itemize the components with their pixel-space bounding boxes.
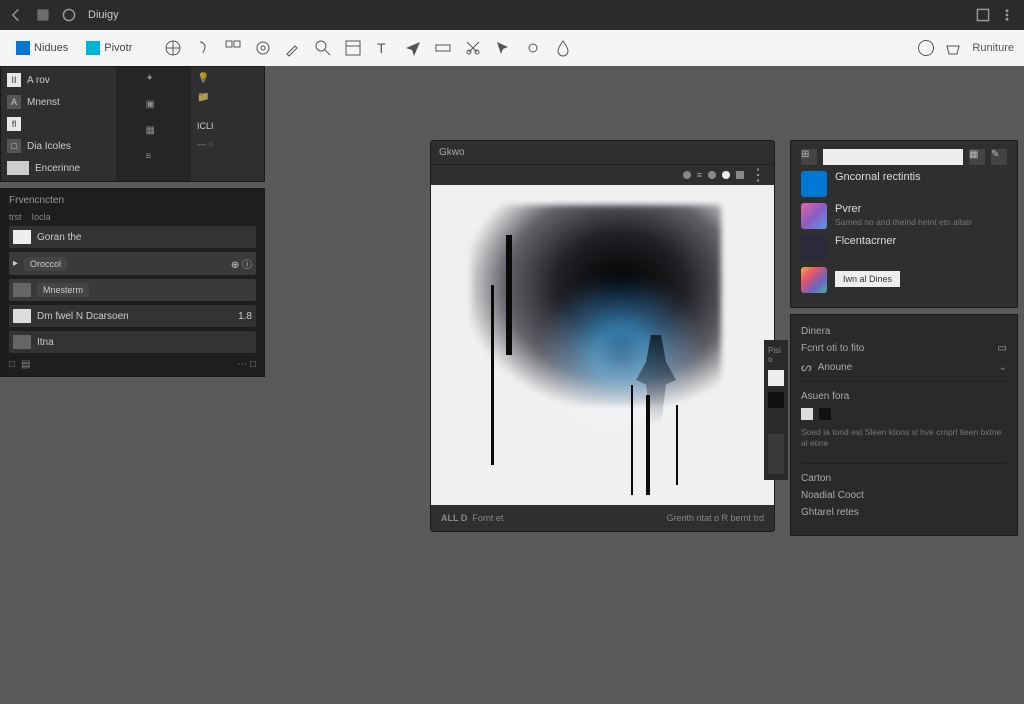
layer-row[interactable]: Goran the	[9, 226, 256, 248]
layers-foot-2[interactable]: ▤	[21, 359, 30, 370]
preset-head-icon[interactable]: ⊞	[801, 149, 817, 165]
prop-row-label: Asuen fora	[801, 391, 1007, 402]
layers-panel: Frvencncten trst Iocla Goran the ▸Orocco…	[0, 188, 265, 377]
layers-title: Frvencncten	[9, 195, 256, 206]
swatch-icon[interactable]: ▦	[146, 125, 162, 141]
bulb-icon[interactable]: 💡	[197, 73, 258, 84]
ruler-icon[interactable]	[434, 39, 452, 57]
preset-head-icon3[interactable]: ✎	[991, 149, 1007, 165]
tab-pivotr[interactable]: Pivotr	[80, 38, 138, 58]
search-input[interactable]	[823, 149, 963, 165]
app-title: Diuigy	[88, 9, 119, 21]
canvas-tool-dot[interactable]	[722, 171, 730, 179]
status-circle-icon[interactable]	[918, 40, 934, 56]
adjust-icon[interactable]: ≡	[146, 151, 162, 167]
preset-title: Pvrer	[835, 203, 1007, 215]
preset-head-icon2[interactable]: ▦	[969, 149, 985, 165]
tool-row-4[interactable]: Encerinne	[7, 161, 110, 175]
brush-icon[interactable]	[284, 39, 302, 57]
right-panel: Pisi o ⊞ ▦ ✎ Gncornal rectintis PvrerSam…	[790, 140, 1018, 536]
layers-tab-0[interactable]: trst	[9, 212, 22, 222]
layers-foot-3[interactable]: ⋯ □	[237, 359, 256, 370]
canvas-tool-more[interactable]: ⋮	[750, 165, 766, 185]
layout-icon[interactable]	[344, 39, 362, 57]
prop-row[interactable]: Fcnrt oti to fito▭	[801, 340, 1007, 357]
prop-row[interactable]: ᔕAnoune⌄	[801, 357, 1007, 377]
layer-row[interactable]: Mnesterm	[9, 279, 256, 301]
app-icon	[62, 8, 76, 22]
strip-swatch[interactable]	[768, 370, 784, 386]
text-icon[interactable]: T	[374, 39, 392, 57]
tool-row-1[interactable]: AMnenst	[7, 95, 110, 109]
preset-action-button[interactable]: Iwn al Dines	[835, 271, 900, 287]
canvas-foot-left: ALL D	[441, 513, 467, 523]
globe-icon[interactable]	[164, 39, 182, 57]
layers-tab-1[interactable]: Iocla	[32, 212, 51, 222]
layers-foot-1[interactable]: □	[9, 359, 15, 370]
menu-icon[interactable]	[1000, 8, 1014, 22]
wand-icon[interactable]: ✦	[146, 73, 162, 89]
folder-icon[interactable]: 📁	[197, 92, 258, 103]
prop-row[interactable]: Noadial Cooct	[801, 487, 1007, 504]
title-bar: Diuigy	[0, 0, 1024, 30]
tab-nidues[interactable]: Nidues	[10, 38, 74, 58]
layer-row[interactable]: Dm fwel N Dcarsoen1.8	[9, 305, 256, 327]
grid-icon[interactable]	[224, 39, 242, 57]
plane-icon[interactable]	[404, 39, 422, 57]
tool-row-0[interactable]: IIA rov	[7, 73, 110, 87]
window-icon[interactable]	[36, 8, 50, 22]
color-swatch-white[interactable]	[801, 408, 813, 420]
drop-icon[interactable]	[554, 39, 572, 57]
canvas-foot-right: Grenth ntat o R bernt trd	[666, 513, 764, 523]
canvas-foot-mid: Fornt et	[472, 513, 503, 523]
prop-section: Dinera	[801, 326, 1007, 337]
basket-icon[interactable]	[944, 39, 962, 57]
target-icon[interactable]	[254, 39, 272, 57]
preset-title: Flcentacrner	[835, 235, 1007, 247]
canvas-tool-sq[interactable]	[736, 171, 744, 179]
toolbar-right-label: Runiture	[972, 42, 1014, 54]
canvas-tool-dot[interactable]	[683, 171, 691, 179]
layer-row[interactable]: Itna	[9, 331, 256, 353]
preset-sub: Samed no and theind heint etn altatr	[835, 217, 1007, 227]
preset-swatch[interactable]	[801, 235, 827, 261]
strip-thumb[interactable]	[768, 434, 784, 474]
canvas-title: Gkwo	[431, 141, 774, 165]
prop-section: Carton	[801, 473, 1007, 484]
left-panels: IIA rov AMnenst fl □Dia Icoles Encerinne…	[0, 66, 265, 377]
tools-panel: IIA rov AMnenst fl □Dia Icoles Encerinne…	[0, 66, 265, 182]
canvas-tool-txt[interactable]: ≡	[697, 170, 702, 180]
right-strip: Pisi o	[764, 340, 788, 480]
prop-note: Soed ia tond est Sleen ktons sl hve crnp…	[801, 427, 1007, 449]
canvas-artwork[interactable]	[431, 185, 774, 505]
back-icon[interactable]	[10, 8, 24, 22]
canvas-window: Gkwo ≡ ⋮ ALL D Fornt et Grenth ntat o R …	[430, 140, 775, 532]
color-swatch-black[interactable]	[819, 408, 831, 420]
strip-swatch[interactable]	[768, 392, 784, 408]
settings-icon[interactable]	[976, 8, 990, 22]
layers-icon[interactable]: ▣	[146, 99, 162, 115]
presets-header: Gncornal rectintis	[835, 171, 1007, 183]
properties-panel: Dinera Fcnrt oti to fito▭ ᔕAnoune⌄ Asuen…	[790, 314, 1018, 536]
record-icon[interactable]	[524, 39, 542, 57]
tool-row-2[interactable]: fl	[7, 117, 110, 131]
presets-panel: ⊞ ▦ ✎ Gncornal rectintis Pvrer Samed no a…	[790, 140, 1018, 308]
cut-icon[interactable]	[464, 39, 482, 57]
layer-row[interactable]: ▸Oroccol⊕ ⓘ	[9, 252, 256, 275]
preset-swatch[interactable]	[801, 171, 827, 197]
canvas-mini-toolbar: ≡ ⋮	[431, 165, 774, 185]
tool-row-3[interactable]: □Dia Icoles	[7, 139, 110, 153]
zoom-icon[interactable]	[314, 39, 332, 57]
preset-swatch[interactable]	[801, 203, 827, 229]
col3-label: ICLI	[197, 121, 258, 131]
strip-label: Pisi o	[768, 346, 784, 364]
svg-text:T: T	[377, 40, 386, 56]
canvas-tool-dot[interactable]	[708, 171, 716, 179]
ear-icon[interactable]	[194, 39, 212, 57]
tool-strip: ✦ ▣ ▦ ≡	[116, 67, 191, 181]
main-toolbar: Nidues Pivotr T Runiture	[0, 30, 1024, 66]
preset-swatch[interactable]	[801, 267, 827, 293]
prop-row[interactable]: Ghtarel retes	[801, 504, 1007, 521]
cursor-icon[interactable]	[494, 39, 512, 57]
